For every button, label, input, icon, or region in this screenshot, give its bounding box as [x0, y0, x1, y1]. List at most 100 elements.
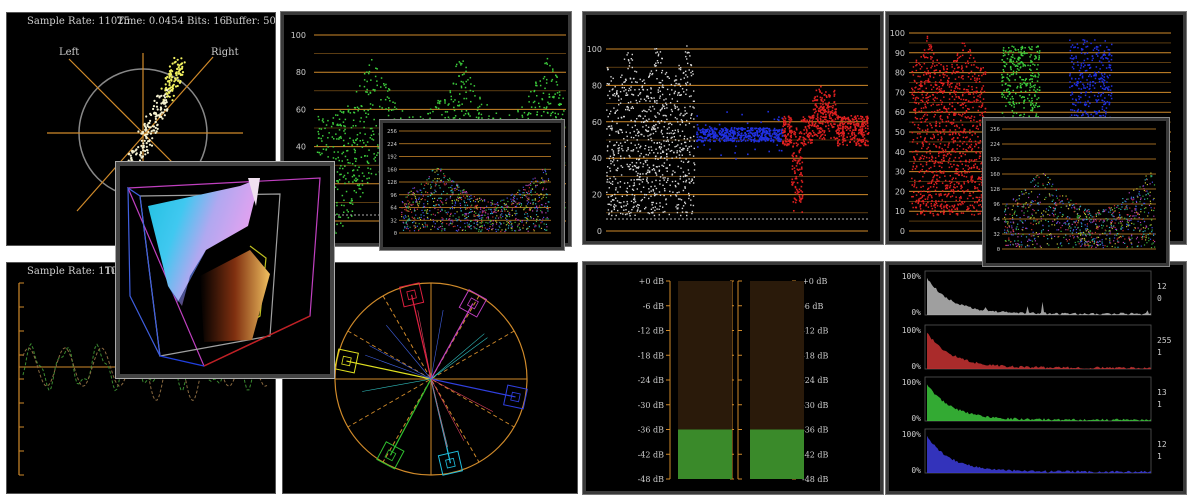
waveform-sample	[943, 205, 945, 207]
waveform-sample	[911, 168, 914, 171]
waveform-sample	[636, 102, 638, 104]
waveform-sample	[631, 161, 633, 164]
waveform-sample	[363, 85, 366, 88]
waveform-sample	[732, 136, 734, 138]
waveform-sample	[638, 88, 640, 91]
waveform-sample	[979, 94, 981, 96]
waveform-sample	[971, 75, 974, 78]
waveform-sample	[911, 196, 913, 198]
waveform-sample	[630, 136, 633, 139]
waveform-sample	[978, 190, 980, 192]
waveform-sample	[765, 129, 768, 132]
waveform-sample	[359, 120, 361, 123]
waveform-sample	[681, 130, 684, 132]
waveform-sample	[911, 202, 913, 205]
waveform-sample	[949, 196, 952, 198]
waveform-sample	[969, 49, 971, 51]
waveform-sample	[794, 185, 797, 188]
waveform-sample	[1018, 51, 1020, 53]
waveform-sample	[674, 171, 676, 174]
waveform-sample	[1036, 98, 1038, 101]
waveform-sample	[971, 181, 973, 183]
waveform-sample	[976, 120, 978, 123]
waveform-sample	[800, 119, 803, 122]
waveform-sample	[932, 63, 934, 65]
waveform-sample	[377, 147, 379, 149]
waveform-sample	[632, 150, 634, 152]
waveform-sample	[646, 180, 648, 182]
waveform-sample	[799, 131, 802, 133]
waveform-sample	[683, 148, 685, 150]
waveform-sample	[454, 99, 456, 101]
waveform-sample	[738, 134, 741, 136]
waveform-sample	[744, 132, 746, 135]
waveform-sample	[828, 94, 831, 97]
waveform-sample	[923, 74, 925, 76]
waveform-sample	[968, 194, 971, 197]
rgb-parade-panel: 100 80 60 40 20 0	[582, 11, 884, 245]
waveform-sample	[612, 150, 615, 152]
waveform-sample	[834, 138, 837, 140]
waveform-sample	[643, 79, 645, 81]
waveform-sample	[759, 138, 761, 141]
waveform-sample	[829, 112, 832, 115]
waveform-sample	[366, 71, 368, 73]
waveform-sample	[939, 99, 942, 102]
waveform-sample	[918, 84, 921, 87]
waveform-sample	[923, 190, 925, 192]
waveform-sample	[628, 168, 631, 171]
waveform-sample	[650, 146, 652, 148]
waveform-sample	[660, 143, 662, 145]
waveform-sample	[663, 194, 665, 197]
waveform-sample	[943, 129, 946, 131]
waveform-sample	[934, 206, 936, 209]
waveform-sample	[840, 119, 843, 122]
waveform-sample	[950, 153, 952, 156]
waveform-sample	[951, 95, 954, 98]
waveform-sample	[347, 162, 349, 164]
waveform-sample	[867, 127, 869, 130]
waveform-sample	[958, 157, 960, 159]
waveform-sample	[794, 159, 797, 162]
waveform-sample	[865, 123, 867, 126]
waveform-sample	[648, 188, 650, 190]
scope-sample-dot	[150, 130, 153, 133]
waveform-sample	[620, 174, 623, 176]
waveform-sample	[719, 133, 721, 136]
waveform-sample	[652, 164, 655, 167]
waveform-sample	[933, 116, 935, 118]
waveform-sample	[666, 107, 668, 109]
waveform-sample	[936, 104, 938, 106]
waveform-sample	[920, 110, 923, 112]
waveform-sample	[819, 90, 821, 92]
waveform-sample	[960, 172, 963, 174]
waveform-sample	[429, 117, 431, 120]
waveform-sample	[630, 119, 632, 122]
waveform-sample	[913, 123, 916, 126]
waveform-sample	[971, 134, 973, 136]
waveform-sample	[367, 113, 370, 115]
waveform-sample	[633, 130, 635, 133]
waveform-sample	[916, 96, 918, 99]
waveform-sample	[950, 181, 953, 183]
waveform-sample	[951, 105, 953, 107]
waveform-sample	[370, 134, 373, 137]
waveform-sample	[736, 127, 738, 130]
scope-sample-dot	[143, 134, 147, 137]
waveform-sample	[662, 86, 665, 89]
waveform-sample	[844, 117, 846, 119]
waveform-sample	[1019, 95, 1021, 97]
waveform-sample	[787, 116, 790, 118]
waveform-sample	[680, 67, 682, 69]
waveform-sample	[918, 128, 921, 130]
waveform-sample	[970, 143, 973, 146]
waveform-sample	[800, 157, 803, 160]
waveform-sample	[384, 98, 387, 101]
waveform-sample	[660, 120, 663, 122]
waveform-sample	[1015, 70, 1018, 73]
waveform-sample	[960, 197, 962, 199]
waveform-sample	[782, 141, 784, 143]
waveform-sample	[343, 211, 345, 213]
waveform-sample	[847, 127, 849, 130]
waveform-sample	[681, 211, 684, 213]
